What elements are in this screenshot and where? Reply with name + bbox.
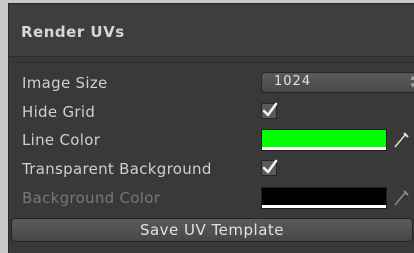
panel-header: Render UVs bbox=[9, 4, 414, 57]
line-color-fill bbox=[262, 130, 386, 147]
alpha-bar bbox=[262, 205, 386, 208]
image-size-row: Image Size 1024 ▴ ▾ bbox=[9, 70, 414, 98]
image-size-dropdown[interactable]: 1024 ▴ ▾ bbox=[261, 72, 414, 93]
hide-grid-row: Hide Grid bbox=[9, 99, 414, 127]
background-color-swatch bbox=[261, 187, 387, 209]
line-color-row: Line Color bbox=[9, 127, 414, 155]
eyedropper-icon[interactable] bbox=[393, 129, 409, 149]
image-size-value: 1024 bbox=[274, 74, 312, 89]
background-color-row: Background Color bbox=[9, 185, 414, 213]
checkmark-icon bbox=[262, 102, 278, 117]
checkmark-icon bbox=[262, 159, 278, 174]
transparent-background-checkbox[interactable] bbox=[261, 159, 278, 176]
transparent-background-label: Transparent Background bbox=[22, 160, 212, 178]
hide-grid-label: Hide Grid bbox=[22, 103, 96, 121]
transparent-background-row: Transparent Background bbox=[9, 156, 414, 184]
line-color-swatch[interactable] bbox=[261, 129, 387, 151]
hide-grid-checkbox[interactable] bbox=[261, 102, 278, 119]
background-color-fill bbox=[262, 188, 386, 205]
dropdown-arrows-icon: ▴ ▾ bbox=[410, 73, 414, 91]
panel-title: Render UVs bbox=[21, 23, 125, 41]
save-uv-template-button[interactable]: Save UV Template bbox=[11, 218, 413, 242]
image-size-label: Image Size bbox=[22, 74, 108, 92]
eyedropper-icon bbox=[394, 190, 409, 206]
background-color-label: Background Color bbox=[22, 189, 161, 207]
divider bbox=[15, 62, 414, 63]
line-color-label: Line Color bbox=[22, 131, 101, 149]
alpha-bar bbox=[262, 147, 386, 150]
render-uvs-panel: Render UVs Image Size 1024 ▴ ▾ Hide Grid … bbox=[8, 3, 414, 253]
